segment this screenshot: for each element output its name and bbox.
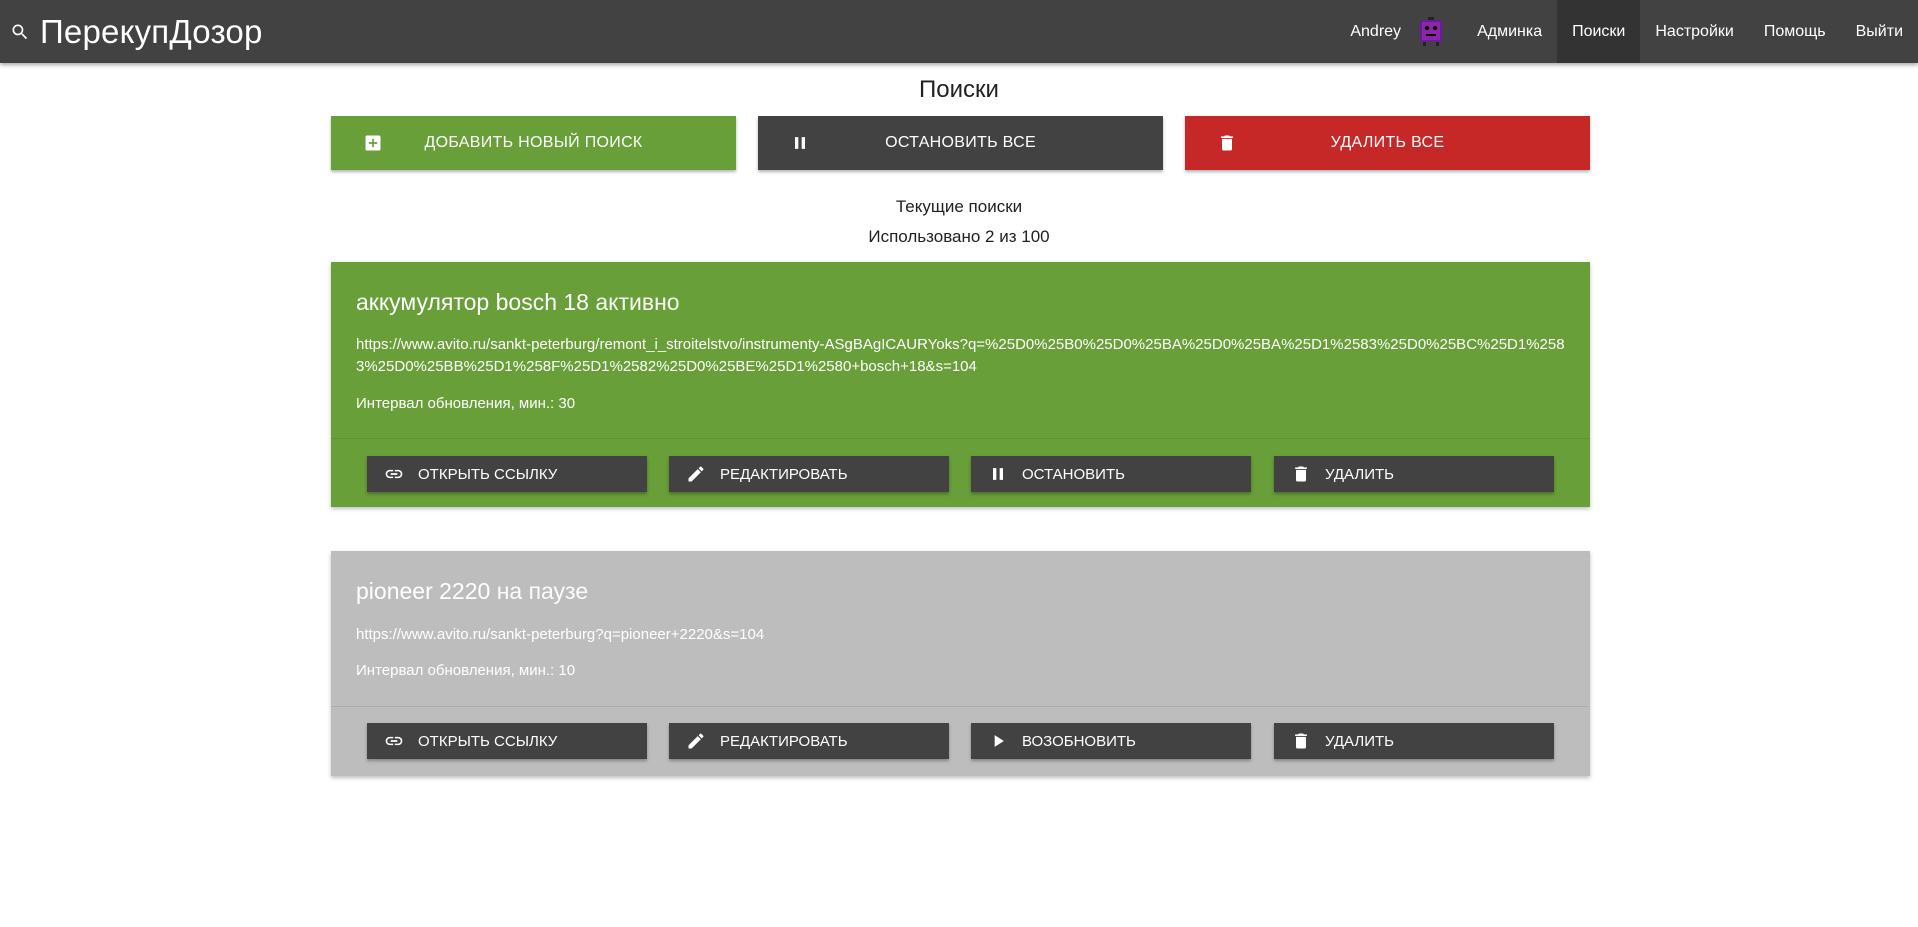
pause-icon [790,133,810,153]
card-divider [331,706,1590,707]
delete-all-button[interactable]: УДАЛИТЬ ВСЕ [1185,116,1590,170]
trash-icon [1291,731,1311,751]
delete-button[interactable]: УДАЛИТЬ [1274,456,1554,492]
add-search-button[interactable]: ДОБАВИТЬ НОВЫЙ ПОИСК [331,116,736,170]
search-card-paused: pioneer 2220 на паузе https://www.avito.… [331,551,1590,776]
pause-icon [988,464,1008,484]
delete-all-label: УДАЛИТЬ ВСЕ [1330,134,1445,151]
play-icon [988,731,1008,751]
pencil-icon [686,464,706,484]
search-card-active: аккумулятор bosch 18 активно https://www… [331,262,1590,507]
top-navbar: ПерекупДозор Andrey Админка Поиски Настр… [0,0,1918,63]
stop-all-button[interactable]: ОСТАНОВИТЬ ВСЕ [758,116,1163,170]
resume-button[interactable]: ВОЗОБНОВИТЬ [971,723,1251,759]
usage-counter: Использовано 2 из 100 [868,227,1050,246]
stop-button[interactable]: ОСТАНОВИТЬ [971,456,1251,492]
user-menu[interactable]: Andrey [1335,0,1462,63]
edit-label: РЕДАКТИРОВАТЬ [720,465,848,483]
pencil-icon [686,731,706,751]
delete-button[interactable]: УДАЛИТЬ [1274,723,1554,759]
nav-link-help[interactable]: Помощь [1749,0,1841,63]
resume-label: ВОЗОБНОВИТЬ [1022,732,1136,750]
stop-all-label: ОСТАНОВИТЬ ВСЕ [885,134,1036,151]
search-title: pioneer 2220 на паузе [356,578,588,605]
nav-link-admin[interactable]: Админка [1462,0,1557,63]
trash-icon [1217,133,1237,153]
stop-label: ОСТАНОВИТЬ [1022,465,1125,483]
nav-link-logout[interactable]: Выйти [1841,0,1918,63]
update-interval: Интервал обновления, мин.: 30 [356,395,576,412]
update-interval: Интервал обновления, мин.: 10 [356,662,576,679]
nav-link-searches[interactable]: Поиски [1557,0,1641,63]
open-link-label: ОТКРЫТЬ ССЫЛКУ [418,465,558,483]
search-icon[interactable] [0,0,40,63]
nav-link-settings[interactable]: Настройки [1640,0,1748,63]
card-divider [331,438,1590,439]
link-icon [384,731,404,751]
edit-label: РЕДАКТИРОВАТЬ [720,732,848,750]
open-link-button[interactable]: ОТКРЫТЬ ССЫЛКУ [367,723,647,759]
search-url: https://www.avito.ru/sankt-peterburg/rem… [356,336,1565,375]
brand[interactable]: ПерекупДозор [0,0,263,63]
edit-button[interactable]: РЕДАКТИРОВАТЬ [669,456,949,492]
link-icon [384,464,404,484]
search-name: аккумулятор bosch 18 [356,289,589,315]
trash-icon [1291,464,1311,484]
delete-label: УДАЛИТЬ [1325,465,1394,483]
search-name: pioneer 2220 [356,578,491,604]
open-link-button[interactable]: ОТКРЫТЬ ССЫЛКУ [367,456,647,492]
delete-label: УДАЛИТЬ [1325,732,1394,750]
app-title[interactable]: ПерекупДозор [40,13,263,51]
status-badge: на паузе [496,578,589,604]
page-title: Поиски [919,76,999,103]
current-searches-heading: Текущие поиски [895,197,1023,216]
search-title: аккумулятор bosch 18 активно [356,289,680,316]
avatar-icon[interactable] [1415,16,1447,48]
user-name: Andrey [1350,22,1402,40]
status-badge: активно [595,289,680,315]
search-url: https://www.avito.ru/sankt-peterburg?q=p… [356,626,765,643]
nav-menu: Andrey Админка Поиски Настройки Помощь В… [1335,0,1918,63]
edit-button[interactable]: РЕДАКТИРОВАТЬ [669,723,949,759]
add-search-label: ДОБАВИТЬ НОВЫЙ ПОИСК [424,134,643,151]
add-box-icon [363,133,383,153]
open-link-label: ОТКРЫТЬ ССЫЛКУ [418,732,558,750]
